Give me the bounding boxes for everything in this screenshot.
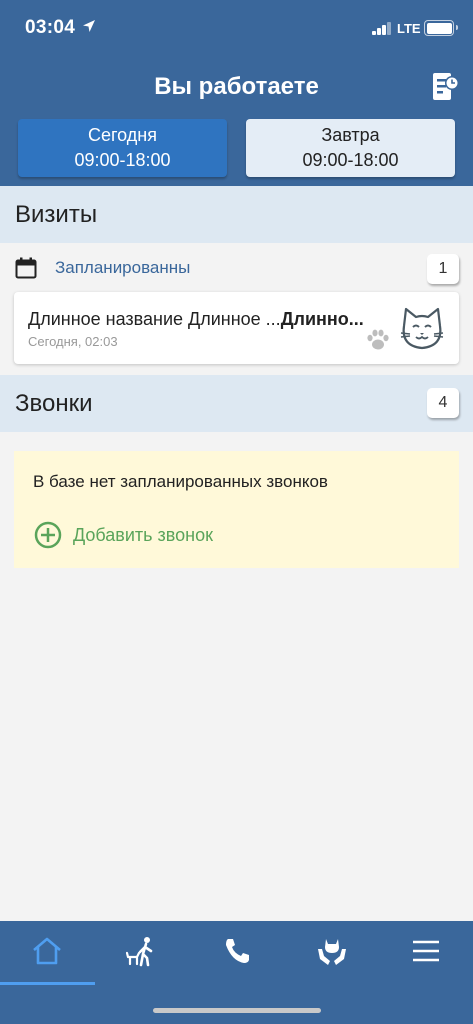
paw-icon: [367, 329, 389, 350]
planned-label: Запланированны: [55, 258, 191, 277]
schedule-icon[interactable]: [430, 72, 460, 102]
walking-pet-icon: [126, 937, 153, 967]
nav-home[interactable]: [0, 921, 95, 985]
nav-pets[interactable]: [285, 921, 379, 983]
tomorrow-hours: 09:00-18:00: [302, 150, 399, 170]
home-indicator: [153, 1008, 321, 1013]
tomorrow-label: Завтра: [321, 125, 380, 145]
network-type: LTE: [397, 21, 421, 36]
nav-menu[interactable]: [379, 921, 473, 983]
pet-care-icon: [318, 939, 346, 965]
nav-walks[interactable]: [95, 921, 189, 983]
calls-count-badge: 4: [427, 388, 459, 418]
status-bar: 03:04 LTE: [0, 0, 473, 56]
add-circle-icon: [34, 521, 62, 549]
cat-icon: [400, 307, 444, 350]
location-arrow-icon: [83, 20, 95, 32]
calls-title: Звонки: [15, 390, 93, 417]
today-button[interactable]: Сегодня 09:00-18:00: [18, 119, 227, 177]
calls-empty-state: В базе нет запланированных звонков Добав…: [14, 451, 459, 568]
visit-pet-name: Длинно...: [280, 309, 364, 329]
nav-calls[interactable]: [190, 921, 284, 983]
calls-section-header: Звонки 4: [0, 375, 473, 432]
visits-title: Визиты: [15, 201, 98, 228]
home-icon: [33, 937, 61, 965]
visit-title: Длинное название Длинное ...: [28, 309, 281, 329]
today-label: Сегодня: [88, 125, 157, 145]
app-header: 03:04 LTE Вы работаете Сегодня 09:00-18:…: [0, 0, 473, 186]
visits-section-header: Визиты: [0, 186, 473, 243]
planned-count-badge: 1: [427, 254, 459, 284]
calendar-icon: [15, 257, 37, 279]
nav-active-indicator: [0, 982, 95, 985]
planned-visits-row[interactable]: Запланированны 1: [0, 243, 473, 291]
empty-calls-text: В базе нет запланированных звонков: [33, 472, 328, 491]
visit-card[interactable]: Длинное название Длинное ...Длинно... Се…: [14, 292, 459, 364]
battery-icon: [424, 20, 458, 36]
visit-name: Длинное название Длинное ...Длинно...: [28, 309, 388, 330]
tomorrow-button[interactable]: Завтра 09:00-18:00: [246, 119, 455, 177]
menu-icon: [413, 940, 439, 962]
status-time: 03:04: [25, 17, 76, 38]
add-call-label: Добавить звонок: [73, 525, 214, 545]
signal-icon: [372, 22, 392, 35]
page-title: Вы работаете: [154, 73, 319, 100]
today-hours: 09:00-18:00: [74, 150, 171, 170]
phone-icon: [226, 939, 249, 963]
visit-time: Сегодня, 02:03: [28, 334, 118, 349]
